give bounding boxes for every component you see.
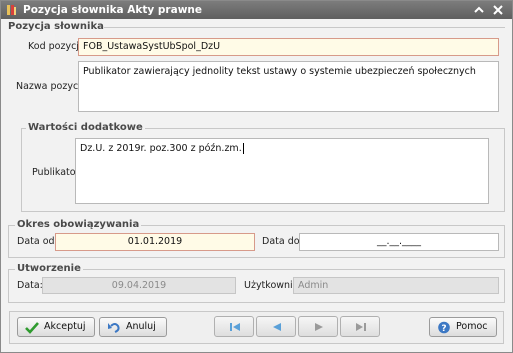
publikator-field[interactable]: Dz.U. z 2019r. poz.300 z późn.zm. — [75, 138, 489, 204]
section-utworzenie-title: Utworzenie — [15, 263, 83, 275]
title-bar[interactable]: Pozycja słownika Akty prawne — [1, 1, 512, 19]
utworzenie-data-field: 09.04.2019 — [42, 277, 236, 294]
nazwa-pozycji-field[interactable]: Publikator zawierający jednolity tekst u… — [78, 61, 499, 112]
accept-button[interactable]: Akceptuj — [17, 317, 95, 337]
first-record-icon — [230, 323, 240, 331]
last-record-button[interactable] — [340, 316, 380, 337]
section-okres-obowiazywania-title: Okres obowiązywania — [15, 219, 142, 231]
next-record-icon — [315, 323, 323, 331]
help-button-label: Pomoc — [456, 321, 488, 332]
svg-text:?: ? — [441, 324, 446, 334]
dialog-window: Pozycja słownika Akty prawne Pozycja sło… — [0, 0, 513, 353]
divider — [104, 27, 505, 28]
data-od-field[interactable]: 01.01.2019 — [55, 233, 255, 251]
publikator-value: Dz.U. z 2019r. poz.300 z późn.zm. — [80, 143, 242, 154]
check-icon — [25, 322, 39, 334]
previous-record-button[interactable] — [256, 316, 296, 337]
last-record-icon — [356, 323, 366, 331]
kod-pozycji-label: Kod pozycji: — [28, 41, 85, 52]
previous-record-icon — [273, 323, 281, 331]
first-record-button[interactable] — [214, 316, 254, 337]
next-record-button[interactable] — [298, 316, 338, 337]
uzytkownik-field: Admin — [293, 277, 499, 294]
nazwa-pozycji-label: Nazwa pozycji: — [16, 81, 87, 92]
help-icon: ? — [438, 321, 450, 334]
help-button[interactable]: ? Pomoc — [429, 317, 497, 337]
section-wartosci-dodatkowe-title: Wartości dodatkowe — [26, 122, 145, 134]
data-do-field[interactable]: __.__.____ — [299, 233, 499, 251]
utworzenie-data-label: Data: — [17, 280, 43, 291]
app-icon — [7, 5, 16, 15]
text-cursor — [242, 143, 244, 154]
undo-icon — [108, 323, 120, 333]
data-od-label: Data od: — [17, 236, 58, 247]
chevron-up-icon[interactable] — [471, 2, 487, 18]
accept-button-label: Akceptuj — [44, 321, 86, 332]
cancel-button[interactable]: Anuluj — [99, 317, 167, 337]
data-do-label: Data do: — [262, 236, 303, 247]
close-icon[interactable] — [490, 2, 506, 18]
window-title: Pozycja słownika Akty prawne — [23, 4, 202, 16]
section-pozycja-slownika-title: Pozycja słownika — [8, 21, 104, 32]
kod-pozycji-field[interactable]: FOB_UstawaSystUbSpol_DzU — [78, 38, 499, 56]
cancel-button-label: Anuluj — [126, 321, 156, 332]
